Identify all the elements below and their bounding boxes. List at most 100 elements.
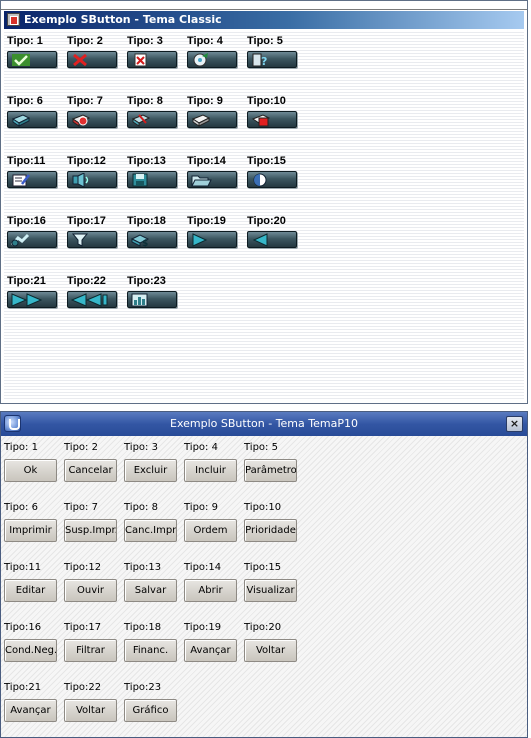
chart-button[interactable]: Gráfico: [124, 699, 177, 722]
p10-cell-23: Tipo:23 Gráfico: [124, 682, 184, 727]
type-label: Tipo:22: [64, 682, 102, 693]
type-label: Tipo:22: [67, 275, 106, 287]
p10-client-area: Tipo: 1 Ok Tipo: 2 Cancelar Tipo: 3 Excl…: [1, 436, 527, 737]
classic-button-15[interactable]: [247, 171, 297, 188]
type-label: Tipo:20: [247, 215, 286, 227]
classic-button-4[interactable]: [187, 51, 237, 68]
classic-button-19[interactable]: [187, 231, 237, 248]
open-button[interactable]: Abrir: [184, 579, 237, 602]
classic-button-1[interactable]: [7, 51, 57, 68]
print-suspend-icon: [71, 114, 91, 127]
svg-text:$: $: [142, 239, 148, 247]
type-label: Tipo: 2: [67, 35, 103, 47]
classic-button-6[interactable]: [7, 111, 57, 128]
finance-button[interactable]: Financ.: [124, 639, 177, 662]
classic-cell-10: Tipo:10: [247, 95, 307, 139]
type-label: Tipo: 9: [184, 502, 218, 513]
classic-button-2[interactable]: [67, 51, 117, 68]
classic-window: Exemplo SButton - Tema Classic Tipo: 1 T…: [0, 0, 528, 404]
classic-button-11[interactable]: [7, 171, 57, 188]
classic-button-13[interactable]: [127, 171, 177, 188]
p10-cell-8: Tipo: 8 Canc.Impr.: [124, 502, 184, 547]
forward-all-button[interactable]: Avançar: [4, 699, 57, 722]
classic-button-5[interactable]: ?: [247, 51, 297, 68]
classic-button-12[interactable]: [67, 171, 117, 188]
p10-cell-21: Tipo:21 Avançar: [4, 682, 64, 727]
classic-button-8[interactable]: [127, 111, 177, 128]
classic-cell-12: Tipo:12: [67, 155, 127, 199]
view-button[interactable]: Visualizar: [244, 579, 297, 602]
back-button[interactable]: Voltar: [244, 639, 297, 662]
type-label: Tipo: 9: [187, 95, 223, 107]
classic-button-22[interactable]: [67, 291, 117, 308]
fast-forward-icon: [11, 293, 43, 307]
classic-button-9[interactable]: [187, 111, 237, 128]
filter-button[interactable]: Filtrar: [64, 639, 117, 662]
p10-cell-20: Tipo:20 Voltar: [244, 622, 304, 667]
print-button[interactable]: Imprimir: [4, 519, 57, 542]
play-back-icon: [252, 233, 268, 247]
classic-title-bar[interactable]: Exemplo SButton - Tema Classic: [4, 11, 524, 29]
type-label: Tipo:17: [64, 622, 102, 633]
classic-cell-11: Tipo:11: [7, 155, 67, 199]
classic-button-23[interactable]: [127, 291, 177, 308]
type-label: Tipo:11: [4, 562, 42, 573]
forward-button[interactable]: Avançar: [184, 639, 237, 662]
ok-button[interactable]: Ok: [4, 459, 57, 482]
classic-cell-7: Tipo: 7: [67, 95, 127, 139]
back-all-button[interactable]: Voltar: [64, 699, 117, 722]
negotiation-icon: [10, 233, 30, 247]
priority-icon: [251, 114, 271, 127]
printer-icon: [11, 114, 31, 127]
classic-button-18[interactable]: $: [127, 231, 177, 248]
classic-cell-23: Tipo:23: [127, 275, 187, 319]
type-label: Tipo: 3: [127, 35, 163, 47]
suspend-print-button[interactable]: Susp.Impr.: [64, 519, 117, 542]
parameters-button[interactable]: Parâmetros: [244, 459, 297, 482]
type-label: Tipo:23: [124, 682, 162, 693]
classic-button-16[interactable]: [7, 231, 57, 248]
type-label: Tipo: 5: [247, 35, 283, 47]
type-label: Tipo: 4: [184, 442, 218, 453]
cancel-button[interactable]: Cancelar: [64, 459, 117, 482]
p10-cell-2: Tipo: 2 Cancelar: [64, 442, 124, 487]
include-button[interactable]: Incluir: [184, 459, 237, 482]
finance-money-icon: $: [130, 234, 150, 247]
classic-button-3[interactable]: [127, 51, 177, 68]
type-label: Tipo: 2: [64, 442, 98, 453]
classic-button-17[interactable]: [67, 231, 117, 248]
p10-cell-11: Tipo:11 Editar: [4, 562, 64, 607]
classic-cell-21: Tipo:21: [7, 275, 67, 319]
type-label: Tipo: 8: [124, 502, 158, 513]
classic-button-10[interactable]: [247, 111, 297, 128]
classic-button-21[interactable]: [7, 291, 57, 308]
type-label: Tipo: 6: [7, 95, 43, 107]
classic-cell-18: Tipo:18 $: [127, 215, 187, 259]
classic-cell-22: Tipo:22: [67, 275, 127, 319]
edit-button[interactable]: Editar: [4, 579, 57, 602]
classic-button-14[interactable]: [187, 171, 237, 188]
classic-cell-5: Tipo: 5 ?: [247, 35, 307, 79]
order-button[interactable]: Ordem: [184, 519, 237, 542]
cancel-print-button[interactable]: Canc.Impr.: [124, 519, 177, 542]
type-label: Tipo: 5: [244, 442, 278, 453]
type-label: Tipo:16: [4, 622, 42, 633]
p10-cell-10: Tipo:10 Prioridade: [244, 502, 304, 547]
type-label: Tipo: 4: [187, 35, 223, 47]
listen-button[interactable]: Ouvir: [64, 579, 117, 602]
type-label: Tipo:12: [67, 155, 106, 167]
p10-cell-12: Tipo:12 Ouvir: [64, 562, 124, 607]
type-label: Tipo:19: [184, 622, 222, 633]
type-label: Tipo: 8: [127, 95, 163, 107]
save-button[interactable]: Salvar: [124, 579, 177, 602]
negotiation-button[interactable]: Cond.Neg.: [4, 639, 57, 662]
close-button[interactable]: ×: [506, 416, 523, 432]
app-icon: [7, 13, 20, 26]
delete-button[interactable]: Excluir: [124, 459, 177, 482]
open-folder-icon: [191, 175, 212, 187]
classic-button-20[interactable]: [247, 231, 297, 248]
classic-button-7[interactable]: [67, 111, 117, 128]
priority-button[interactable]: Prioridade: [244, 519, 297, 542]
p10-title-bar[interactable]: Exemplo SButton - Tema TemaP10 ×: [1, 412, 527, 436]
p10-cell-15: Tipo:15 Visualizar: [244, 562, 304, 607]
